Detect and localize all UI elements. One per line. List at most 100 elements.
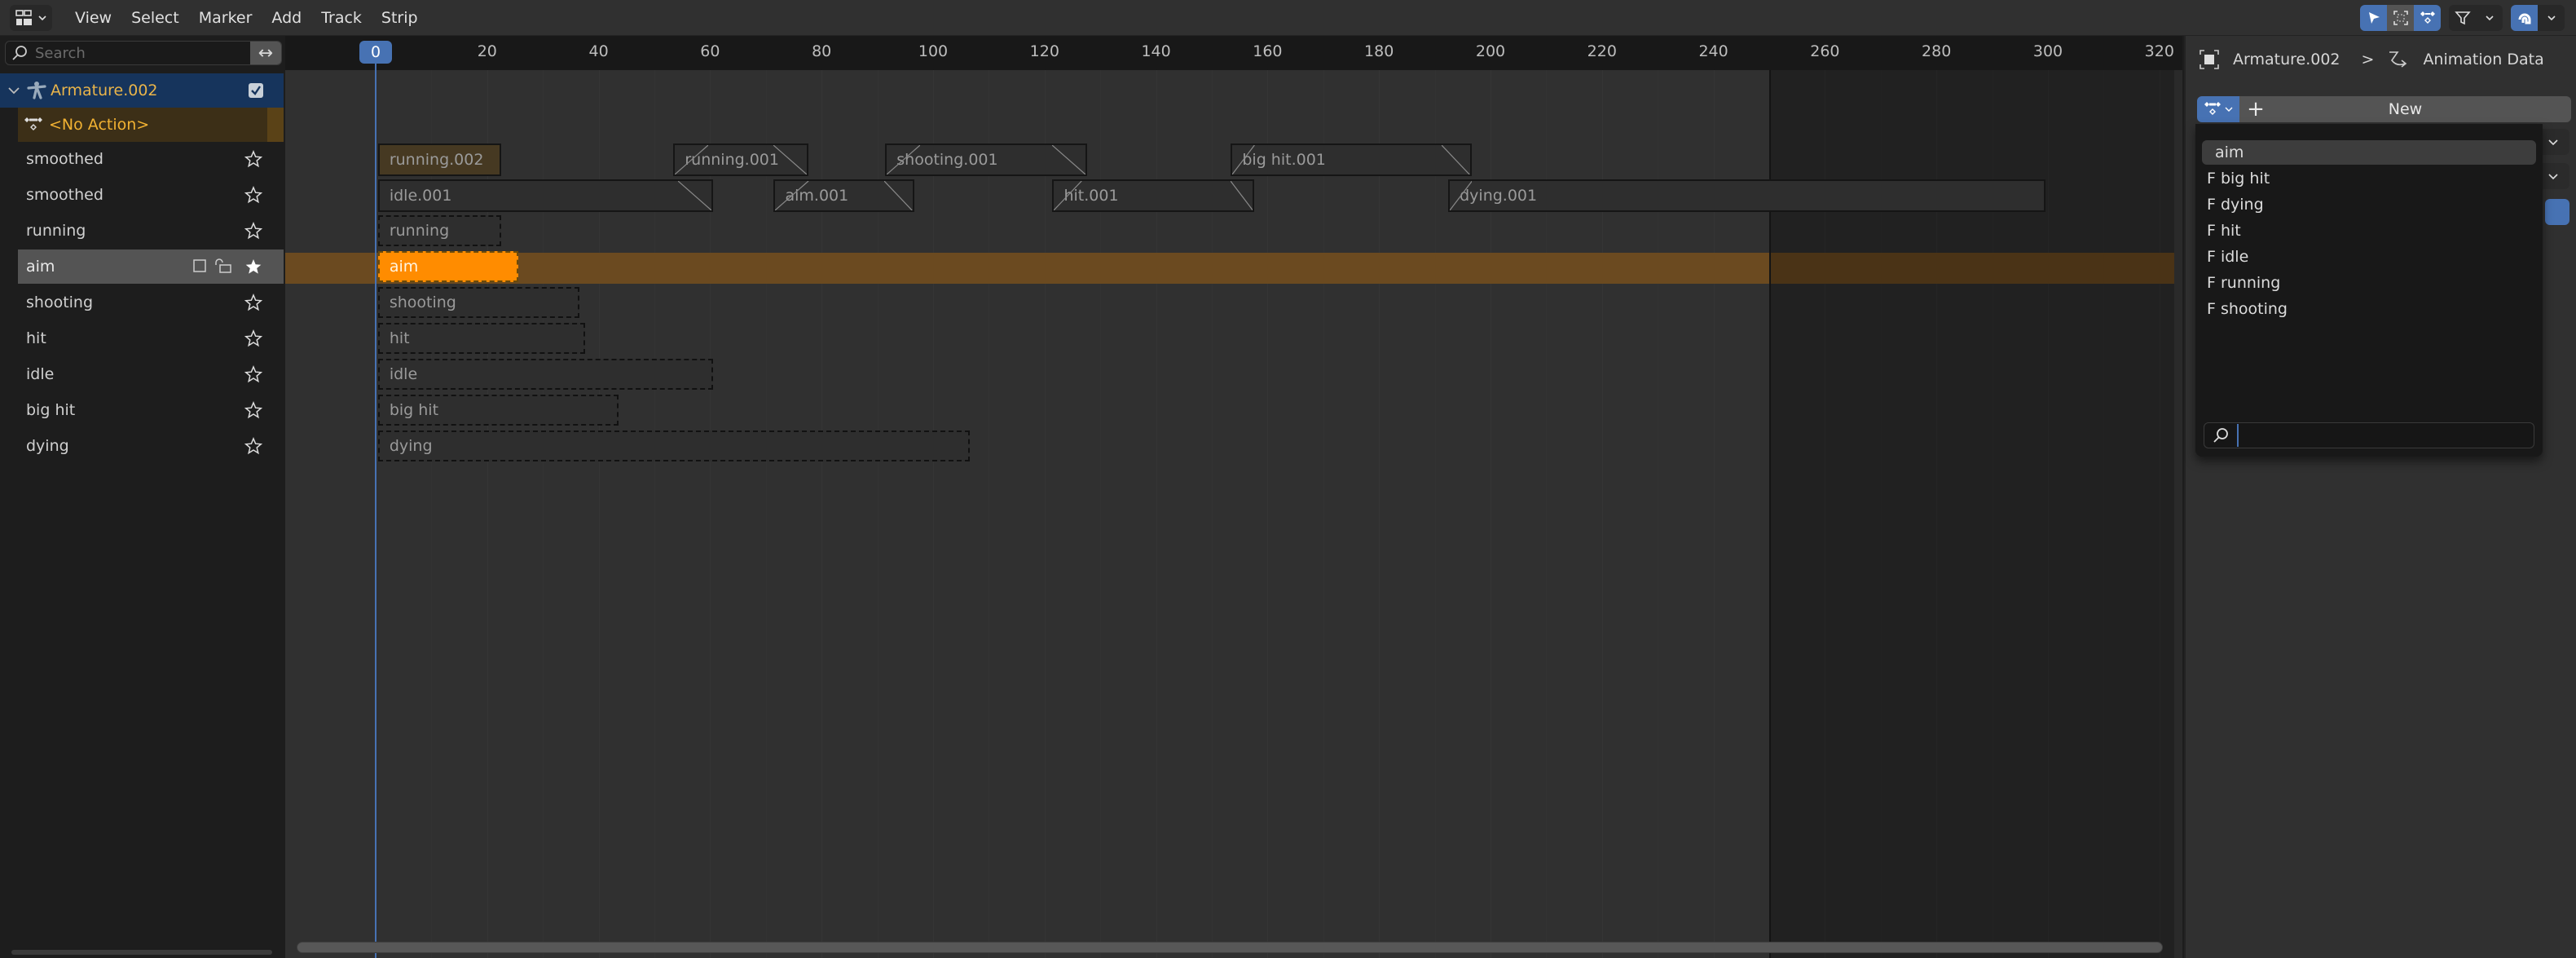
ruler-tick-label: 320 xyxy=(2144,42,2174,60)
swap-filter-button[interactable]: ↔ xyxy=(250,42,281,64)
strip-label: aim xyxy=(389,258,419,276)
action-list-item[interactable]: aim xyxy=(2202,140,2536,165)
nla-strip[interactable]: hit.001 xyxy=(1052,179,1254,212)
nla-strip[interactable]: idle.001 xyxy=(377,179,714,212)
menu-view[interactable]: View xyxy=(65,0,121,36)
snap-chevron[interactable] xyxy=(2538,5,2565,31)
header-tools xyxy=(2360,5,2565,31)
nla-strip[interactable]: running.002 xyxy=(377,143,502,176)
track-row[interactable]: smoothed xyxy=(18,178,284,212)
filter-dropdown[interactable] xyxy=(2449,5,2503,31)
menu-strip[interactable]: Strip xyxy=(372,0,428,36)
browse-action-button[interactable] xyxy=(2197,96,2239,122)
nla-strip[interactable]: aim xyxy=(377,251,518,282)
new-action-button[interactable]: + New xyxy=(2239,96,2571,122)
nla-strip[interactable]: running.001 xyxy=(673,143,808,176)
checkbox-icon[interactable] xyxy=(248,82,264,99)
nla-strip[interactable]: dying xyxy=(377,430,971,461)
unlock-icon[interactable] xyxy=(214,258,233,274)
mute-checkbox-icon[interactable] xyxy=(192,258,207,274)
playhead-line[interactable] xyxy=(375,52,376,958)
track-row[interactable]: shooting xyxy=(18,285,284,320)
chevron-down-icon xyxy=(2548,174,2558,180)
breadcrumb-separator: > xyxy=(2361,51,2375,68)
menu-marker[interactable]: Marker xyxy=(189,0,262,36)
track-row[interactable]: running xyxy=(18,214,284,248)
nla-strip[interactable]: hit xyxy=(377,323,586,354)
solo-star-icon[interactable] xyxy=(244,222,263,240)
menu-add[interactable]: Add xyxy=(262,0,311,36)
nla-strip[interactable]: idle xyxy=(377,359,714,390)
nla-timeline[interactable]: running.002 running.001 shooting.001 big hi… xyxy=(285,36,2182,958)
nla-strip[interactable]: aim.001 xyxy=(773,179,914,212)
filter-chevron xyxy=(2476,5,2503,31)
current-frame-indicator[interactable]: 0 xyxy=(359,41,392,64)
editor-type-button[interactable] xyxy=(10,5,52,31)
solo-star-icon[interactable] xyxy=(244,186,263,204)
track-row[interactable]: idle xyxy=(18,357,284,391)
search-input[interactable]: Search xyxy=(35,45,250,62)
channel-action-row[interactable]: <No Action> xyxy=(18,108,284,142)
track-row[interactable]: smoothed xyxy=(18,142,284,176)
strip-label: big hit xyxy=(389,401,439,419)
ruler-tick-label: 120 xyxy=(1029,42,1059,60)
armature-icon xyxy=(27,82,46,99)
nla-strip[interactable]: running xyxy=(377,215,502,246)
nla-strip[interactable]: shooting.001 xyxy=(885,143,1087,176)
nla-strip[interactable]: dying.001 xyxy=(1448,179,2046,212)
timeline-horizontal-scrollbar[interactable] xyxy=(297,942,2163,953)
show-action-button[interactable] xyxy=(2414,5,2441,31)
box-select-button[interactable] xyxy=(2387,5,2414,31)
action-list-item[interactable]: F idle xyxy=(2202,245,2536,269)
solo-star-icon[interactable] xyxy=(244,294,263,311)
solo-star-icon[interactable] xyxy=(244,329,263,347)
action-list-item[interactable]: F big hit xyxy=(2202,166,2536,191)
action-list-item[interactable]: F running xyxy=(2202,271,2536,295)
nla-strip[interactable]: big hit.001 xyxy=(1231,143,1472,176)
chevron-down-icon[interactable] xyxy=(5,82,23,99)
filter-button xyxy=(2449,5,2476,31)
solo-star-icon[interactable] xyxy=(244,401,263,419)
strip-label: big hit.001 xyxy=(1242,151,1326,169)
track-row[interactable]: aim xyxy=(18,249,284,284)
cursor-arrow-icon xyxy=(2368,12,2380,24)
track-row[interactable]: big hit xyxy=(18,393,284,427)
select-tool-button[interactable] xyxy=(2360,5,2387,31)
solo-star-icon[interactable] xyxy=(244,150,263,168)
nla-editor-window: View Select Marker Add Track Strip Searc… xyxy=(0,0,2576,958)
timeline-vertical-scroll[interactable] xyxy=(2174,70,2182,958)
strip-label: dying xyxy=(389,437,433,455)
sidebar-toggle-button[interactable] xyxy=(2545,199,2569,225)
channel-scrollbar[interactable] xyxy=(11,950,272,955)
menu-select[interactable]: Select xyxy=(121,0,189,36)
ruler-tick-label: 40 xyxy=(588,42,609,60)
popup-search-field[interactable] xyxy=(2204,422,2534,448)
solo-star-icon[interactable] xyxy=(244,437,263,455)
gridline xyxy=(1044,70,1046,958)
ruler-tick-label: 100 xyxy=(918,42,949,60)
channel-object-row[interactable]: Armature.002 xyxy=(0,73,284,108)
track-row[interactable]: dying xyxy=(18,429,284,463)
snap-dropdown[interactable] xyxy=(2511,5,2565,31)
nla-strip[interactable]: big hit xyxy=(377,395,619,426)
solo-star-filled-icon[interactable] xyxy=(244,258,262,276)
channel-search[interactable]: Search ↔ xyxy=(5,41,282,65)
track-row[interactable]: hit xyxy=(18,321,284,355)
blend-out-line xyxy=(1230,181,1253,210)
ruler-tick-label: 60 xyxy=(700,42,720,60)
action-list-item[interactable]: F dying xyxy=(2202,192,2536,217)
action-list-item[interactable]: F shooting xyxy=(2202,297,2536,321)
nla-strip[interactable]: shooting xyxy=(377,287,580,318)
menu-track[interactable]: Track xyxy=(311,0,372,36)
ruler-tick-label: 280 xyxy=(1922,42,1952,60)
action-list-item[interactable]: F hit xyxy=(2202,219,2536,243)
action-label: <No Action> xyxy=(49,116,150,134)
blend-in-line xyxy=(1054,181,1082,210)
frame-ruler[interactable]: 20 40 60 80 100 120 140 160 180 200 220 240 260 280 30… xyxy=(285,36,2182,70)
snap-toggle[interactable] xyxy=(2511,5,2538,31)
selection-tools xyxy=(2360,5,2441,31)
blend-out-line xyxy=(884,181,913,210)
solo-star-icon[interactable] xyxy=(244,365,263,383)
action-browse-popup: aim F big hit F dying F hit F idle F running F… xyxy=(2195,124,2543,457)
action-keyframes-icon xyxy=(2420,11,2435,24)
